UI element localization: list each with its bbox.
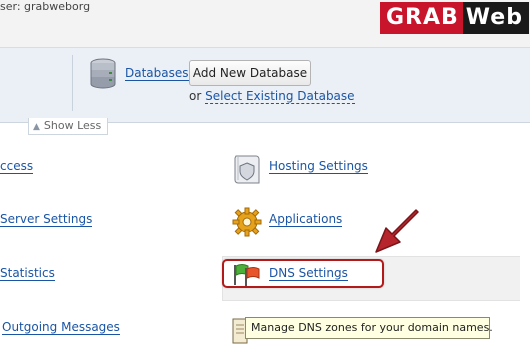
grabweb-logo: GRAB Web — [380, 2, 529, 34]
server-settings-link[interactable]: Server Settings — [0, 212, 93, 227]
statistics-link[interactable]: Statistics — [0, 266, 55, 281]
gear-icon — [232, 207, 262, 237]
red-arrow-annotation — [375, 209, 419, 253]
databases-link[interactable]: Databases — [125, 66, 189, 81]
logo-grab-text: GRAB — [380, 2, 463, 34]
username-label: ser: grabweborg — [0, 0, 91, 13]
or-label: or — [189, 89, 202, 103]
dns-settings-link[interactable]: DNS Settings — [269, 266, 348, 281]
panel-divider — [72, 55, 73, 111]
applications-link[interactable]: Applications — [269, 212, 343, 227]
access-link[interactable]: ccess — [0, 159, 34, 174]
outgoing-messages-link[interactable]: Outgoing Messages — [2, 320, 120, 335]
database-icon — [90, 58, 116, 89]
logo-web-text: Web — [462, 2, 529, 34]
flags-icon — [234, 264, 260, 286]
dns-settings-tooltip: Manage DNS zones for your domain names. — [245, 317, 493, 339]
document-shield-icon — [234, 155, 260, 184]
show-less-toggle[interactable]: ▲ Show Less — [28, 118, 109, 135]
hosting-settings-link[interactable]: Hosting Settings — [269, 159, 368, 174]
show-less-label: Show Less — [43, 119, 102, 132]
caret-up-icon: ▲ — [33, 122, 40, 132]
select-existing-database-link[interactable]: Select Existing Database — [205, 89, 355, 104]
add-new-database-button[interactable]: Add New Database — [189, 60, 311, 86]
select-existing-line: or Select Existing Database — [189, 89, 355, 104]
